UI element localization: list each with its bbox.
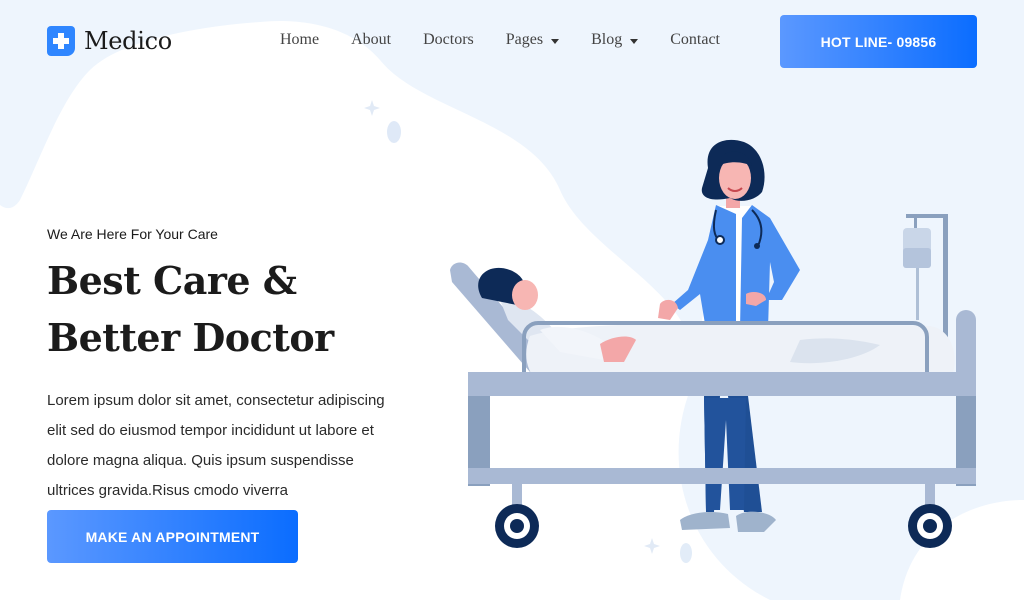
hero-section: We Are Here For Your Care Best Care & Be… [47, 226, 417, 506]
hero-subtitle: We Are Here For Your Care [47, 226, 218, 242]
nav-label: Home [280, 31, 320, 48]
hero-title: Best Care & Better Doctor [47, 258, 334, 360]
hero-description: Lorem ipsum dolor sit amet, consectetur … [47, 392, 385, 499]
nav-item-contact[interactable]: Contact [670, 31, 720, 49]
iv-drip-icon [903, 214, 948, 338]
nav-item-about[interactable]: About [351, 31, 391, 49]
main-nav: Home About Doctors Pages Blog Contact [280, 31, 752, 49]
brand-logo[interactable]: Medico [47, 26, 172, 56]
chevron-down-icon [551, 38, 560, 44]
nav-label: About [351, 31, 392, 48]
brand-name: Medico [84, 27, 172, 55]
hotline-button[interactable]: HOT LINE- 09856 [780, 15, 977, 68]
chevron-down-icon [630, 38, 639, 44]
make-appointment-button[interactable]: MAKE AN APPOINTMENT [47, 510, 298, 563]
medical-cross-icon [47, 26, 75, 56]
site-header: Medico Home About Doctors Pages Blog Con… [0, 0, 1024, 84]
nav-label: Pages [505, 31, 544, 48]
nav-item-home[interactable]: Home [280, 31, 319, 49]
nav-item-blog[interactable]: Blog [591, 31, 639, 49]
nav-item-doctors[interactable]: Doctors [423, 31, 474, 49]
doctor-patient-illustration [450, 139, 976, 548]
nav-item-pages[interactable]: Pages [505, 31, 560, 49]
nav-label: Blog [591, 31, 623, 48]
nav-label: Doctors [423, 31, 474, 48]
nav-label: Contact [670, 31, 720, 48]
